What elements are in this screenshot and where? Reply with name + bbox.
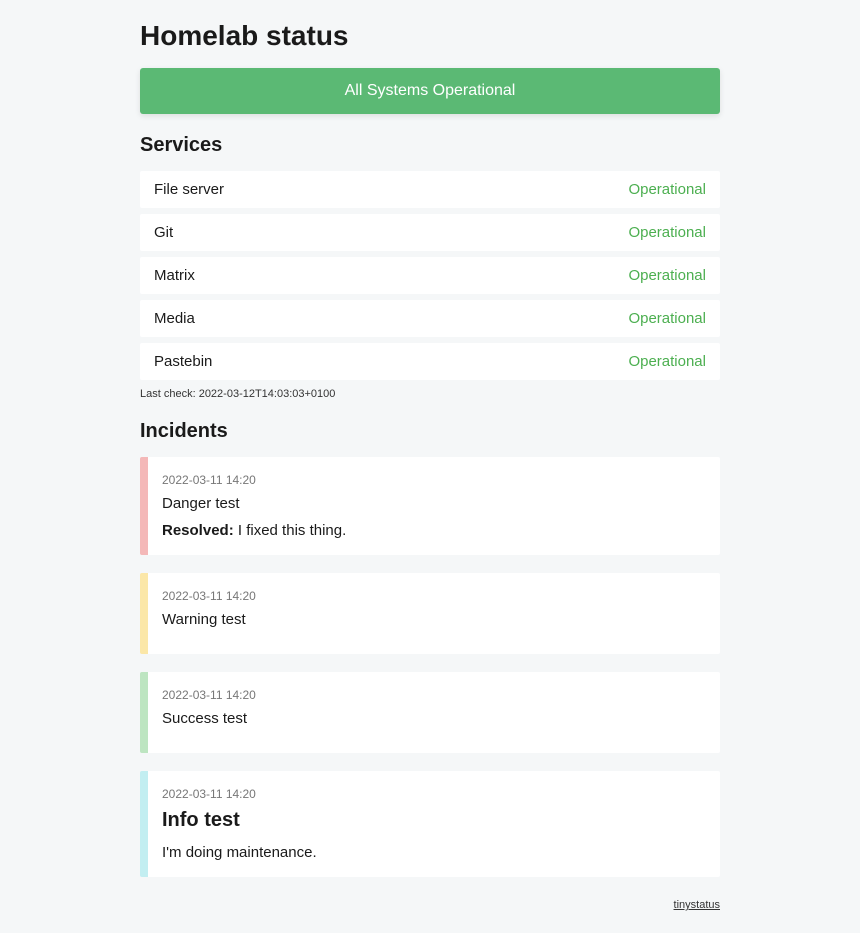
incident-danger: 2022-03-11 14:20 Danger test Resolved: I… (140, 457, 720, 555)
incident-body: Resolved: I fixed this thing. (162, 522, 706, 539)
incident-success: 2022-03-11 14:20 Success test (140, 672, 720, 753)
service-name: File server (154, 181, 224, 198)
service-name: Matrix (154, 267, 195, 284)
incident-body: I'm doing maintenance. (162, 844, 706, 861)
incident-title: Info test (162, 809, 706, 832)
page-title: Homelab status (140, 20, 720, 52)
service-status: Operational (628, 181, 706, 198)
service-name: Pastebin (154, 353, 212, 370)
incidents-heading: Incidents (140, 420, 720, 443)
service-row: Matrix Operational (140, 257, 720, 294)
service-name: Media (154, 310, 195, 327)
incident-title: Success test (162, 710, 706, 727)
service-row: File server Operational (140, 171, 720, 208)
resolved-label: Resolved: (162, 522, 234, 539)
incident-date: 2022-03-11 14:20 (162, 589, 706, 603)
service-status: Operational (628, 310, 706, 327)
service-status: Operational (628, 224, 706, 241)
service-row: Media Operational (140, 300, 720, 337)
last-check-timestamp: Last check: 2022-03-12T14:03:03+0100 (140, 388, 720, 400)
service-name: Git (154, 224, 173, 241)
service-status: Operational (628, 353, 706, 370)
incident-info: 2022-03-11 14:20 Info test I'm doing mai… (140, 771, 720, 877)
footer: tinystatus (140, 895, 720, 913)
incident-date: 2022-03-11 14:20 (162, 688, 706, 702)
status-banner: All Systems Operational (140, 68, 720, 114)
service-row: Pastebin Operational (140, 343, 720, 380)
resolved-text: I fixed this thing. (238, 522, 346, 539)
incident-title: Warning test (162, 611, 706, 628)
incident-date: 2022-03-11 14:20 (162, 473, 706, 487)
services-heading: Services (140, 134, 720, 157)
service-row: Git Operational (140, 214, 720, 251)
incident-warning: 2022-03-11 14:20 Warning test (140, 573, 720, 654)
incident-title: Danger test (162, 495, 706, 512)
service-status: Operational (628, 267, 706, 284)
incidents-list: 2022-03-11 14:20 Danger test Resolved: I… (140, 457, 720, 877)
footer-link[interactable]: tinystatus (674, 899, 720, 911)
incident-date: 2022-03-11 14:20 (162, 787, 706, 801)
services-list: File server Operational Git Operational … (140, 171, 720, 380)
